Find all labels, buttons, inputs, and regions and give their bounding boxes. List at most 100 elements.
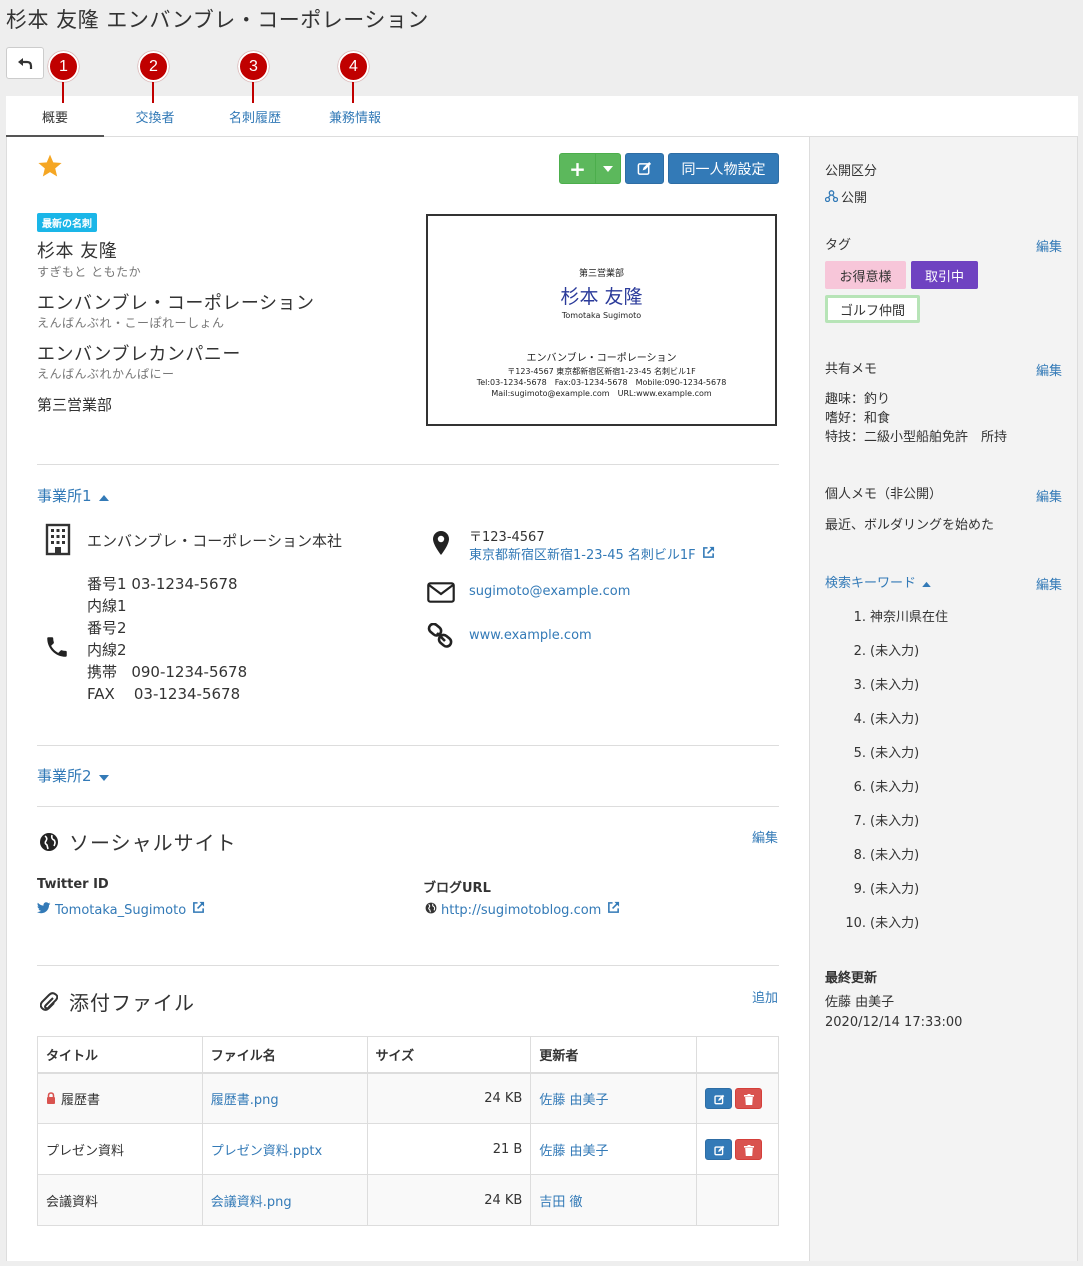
edit-button[interactable] [625, 153, 664, 184]
column-header-title[interactable]: タイトル [37, 1036, 203, 1074]
file-delete-button[interactable] [735, 1087, 763, 1109]
file-actions-cell [696, 1072, 779, 1124]
keyword-value: (未入力) [870, 848, 920, 863]
divider [37, 965, 779, 966]
envelope-icon [427, 582, 455, 603]
person-name-kana: すぎもと ともたか [37, 265, 142, 279]
tags-edit-link[interactable]: 編集 [1036, 236, 1062, 255]
phone-value: 03-1234-5678 [131, 575, 238, 593]
office1-name: エンバンブレ・コーポレーション本社 [87, 532, 343, 550]
keyword-item: 7. (未入力) [853, 814, 920, 829]
file-actions-cell [696, 1174, 779, 1226]
add-dropdown-button[interactable] [595, 153, 621, 184]
last-updated-at: 2020/12/14 17:33:00 [825, 1015, 963, 1030]
main-panel: + 同一人物設定 最新の名刺 杉本 友隆 すぎもと ともたか エンバンブレ・コー… [6, 137, 809, 1261]
column-header-updater[interactable]: 更新者 [530, 1036, 698, 1074]
trash-icon [744, 1093, 755, 1105]
office1-address-link[interactable]: 東京都新宿区新宿1-23-45 名刺ビル1F [469, 544, 715, 563]
card-name: 杉本 友隆 [560, 286, 643, 308]
phone-value: 090-1234-5678 [131, 663, 248, 681]
callout-line-2 [152, 80, 154, 103]
keyword-value: (未入力) [870, 882, 920, 897]
social-edit-link[interactable]: 編集 [752, 827, 778, 846]
visibility-value: 公開 [841, 191, 868, 206]
lock-icon [47, 1091, 55, 1104]
phone-label: 携帯 [87, 663, 118, 681]
tab-exchangers[interactable]: 交換者 [106, 96, 204, 136]
file-delete-button[interactable] [735, 1138, 763, 1160]
keywords-edit-link[interactable]: 編集 [1036, 574, 1062, 593]
phone-row: 携帯 090-1234-5678 [87, 661, 247, 683]
keyword-item: 2. (未入力) [853, 644, 920, 659]
attachments-heading: 添付ファイル [69, 991, 195, 1015]
office1-email[interactable]: sugimoto@example.com [469, 584, 630, 599]
paperclip-icon [40, 992, 58, 1011]
tab-overview[interactable]: 概要 [6, 96, 104, 137]
twitter-link[interactable]: Tomotaka_Sugimoto [37, 901, 205, 918]
map-marker-icon [433, 531, 449, 555]
phone-row: 番号1 03-1234-5678 [87, 573, 247, 595]
file-updater-link[interactable]: 佐藤 由美子 [530, 1123, 698, 1175]
private-memo-edit-link[interactable]: 編集 [1036, 486, 1062, 505]
globe-icon [425, 902, 437, 914]
caret-down-icon [99, 775, 110, 781]
file-name-link[interactable]: 履歴書.png [201, 1072, 368, 1124]
keyword-item: 1. 神奈川県在住 [853, 610, 949, 625]
file-edit-button[interactable] [705, 1087, 733, 1109]
table-row: 会議資料 会議資料.png 24 KB 吉田 徹 [37, 1174, 779, 1226]
shared-memo-edit-link[interactable]: 編集 [1036, 360, 1062, 379]
file-name-link[interactable]: 会議資料.png [201, 1174, 368, 1226]
column-header-size[interactable]: サイズ [366, 1036, 532, 1074]
file-updater-link[interactable]: 吉田 徹 [530, 1174, 698, 1226]
file-edit-button[interactable] [705, 1138, 733, 1160]
keywords-toggle[interactable]: 検索キーワード [825, 572, 931, 591]
card-mail-url: Mail:sugimoto@example.com URL:www.exampl… [491, 389, 712, 398]
file-name-link[interactable]: プレゼン資料.pptx [201, 1123, 368, 1175]
card-address: 〒123-4567 東京都新宿区新宿1-23-45 名刺ビル1F [507, 367, 696, 376]
tab-concurrent-posts[interactable]: 兼務情報 [306, 96, 404, 136]
edit-icon [714, 1094, 725, 1105]
card-department: 第三営業部 [578, 269, 624, 279]
keyword-item: 8. (未入力) [853, 848, 920, 863]
card-phones: Tel:03-1234-5678 Fax:03-1234-5678 Mobile… [476, 378, 727, 387]
same-person-button[interactable]: 同一人物設定 [668, 153, 779, 184]
globe-icon [40, 833, 58, 851]
tag-chip[interactable]: 取引中 [911, 261, 978, 289]
social-heading: ソーシャルサイト [69, 831, 237, 855]
last-updated-label: 最終更新 [825, 971, 878, 986]
phone-row: 番号2 [87, 617, 247, 639]
file-size: 21 B [366, 1123, 532, 1175]
blog-link[interactable]: http://sugimotoblog.com [425, 901, 620, 918]
keyword-value: (未入力) [870, 780, 920, 795]
favorite-star-icon[interactable] [37, 153, 63, 179]
office1-toggle[interactable]: 事業所1 [37, 485, 110, 506]
external-link-icon [702, 546, 714, 558]
callout-badge-4: 4 [338, 51, 369, 82]
column-header-actions [696, 1036, 779, 1074]
keyword-item: 10. (未入力) [845, 916, 920, 931]
office1-address: 東京都新宿区新宿1-23-45 名刺ビル1F [469, 548, 696, 563]
file-updater-link[interactable]: 佐藤 由美子 [530, 1072, 698, 1124]
file-title: 履歴書 [61, 1092, 101, 1108]
column-header-file[interactable]: ファイル名 [201, 1036, 368, 1074]
back-button[interactable] [6, 47, 44, 79]
add-button[interactable]: + [559, 153, 596, 184]
tag-chip[interactable]: お得意様 [825, 261, 906, 289]
caret-up-icon [99, 495, 110, 501]
keyword-value: (未入力) [870, 644, 920, 659]
tag-chip[interactable]: ゴルフ仲間 [825, 295, 920, 323]
private-memo-text: 最近、ボルダリングを始めた [825, 518, 995, 533]
office2-toggle[interactable]: 事業所2 [37, 765, 110, 786]
external-link-icon [193, 901, 205, 913]
business-card-image[interactable]: 第三営業部 杉本 友隆 Tomotaka Sugimoto エンバンブレ・コーポ… [426, 214, 777, 426]
memo-line: 特技：二級小型船舶免許 所持 [825, 430, 1008, 445]
tab-card-history[interactable]: 名刺履歴 [206, 96, 304, 136]
keyword-value: (未入力) [870, 712, 920, 727]
office1-url[interactable]: www.example.com [469, 628, 592, 643]
divider [37, 464, 779, 465]
attachments-add-link[interactable]: 追加 [752, 987, 778, 1006]
keyword-value: (未入力) [870, 916, 920, 931]
phone-label: 番号2 [87, 619, 127, 637]
tab-bar: 概要 交換者 名刺履歴 兼務情報 [6, 96, 1078, 137]
caret-up-icon [922, 581, 931, 587]
